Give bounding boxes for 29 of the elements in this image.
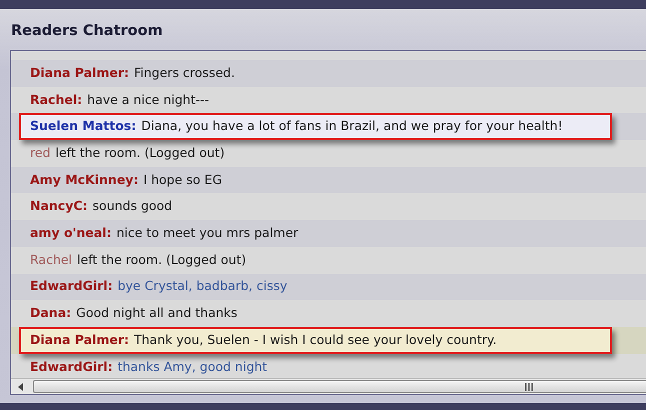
sender-name: Rachel:	[30, 90, 82, 109]
left-arrow-icon	[18, 382, 24, 390]
message-text: Diana, you have a lot of fans in Brazil, and we pray for your health!	[141, 117, 563, 136]
sender-name: Diana Palmer:	[30, 64, 129, 82]
message-text: Good night all and thanks	[76, 304, 238, 322]
message-text: have a nice night---	[87, 90, 210, 109]
message-text: I hope so EG	[143, 170, 222, 189]
event-text: left the room. (Logged out)	[56, 144, 225, 162]
sender-name: EdwardGirl:	[30, 358, 113, 376]
horizontal-scrollbar[interactable]	[11, 378, 646, 394]
event-text: left the room. (Logged out)	[77, 250, 246, 269]
message-text: Fingers crossed.	[134, 64, 235, 82]
message-text: Thank you, Suelen - I wish I could see your lovely country.	[134, 330, 497, 349]
message-text: nice to meet you mrs palmer	[116, 224, 298, 242]
message-text: bye Crystal, badbarb, cissy	[118, 277, 288, 296]
user-name: Rachel	[30, 250, 72, 269]
scrollbar-thumb[interactable]	[33, 380, 646, 393]
sender-name: Diana Palmer:	[30, 330, 129, 349]
sender-name: Dana:	[30, 304, 72, 322]
user-name: red	[30, 144, 50, 162]
sender-name: EdwardGirl:	[30, 277, 113, 296]
message-text: sounds good	[92, 197, 172, 216]
sender-name: Amy McKinney:	[30, 170, 138, 189]
message-text: thanks Amy, good night	[118, 358, 268, 376]
grip-icon	[524, 382, 534, 390]
sender-name: Suelen Mattos:	[30, 117, 136, 136]
sender-name: amy o'neal:	[30, 224, 112, 242]
sender-name: NancyC:	[30, 197, 88, 216]
panel-title: Readers Chatroom	[10, 22, 164, 41]
